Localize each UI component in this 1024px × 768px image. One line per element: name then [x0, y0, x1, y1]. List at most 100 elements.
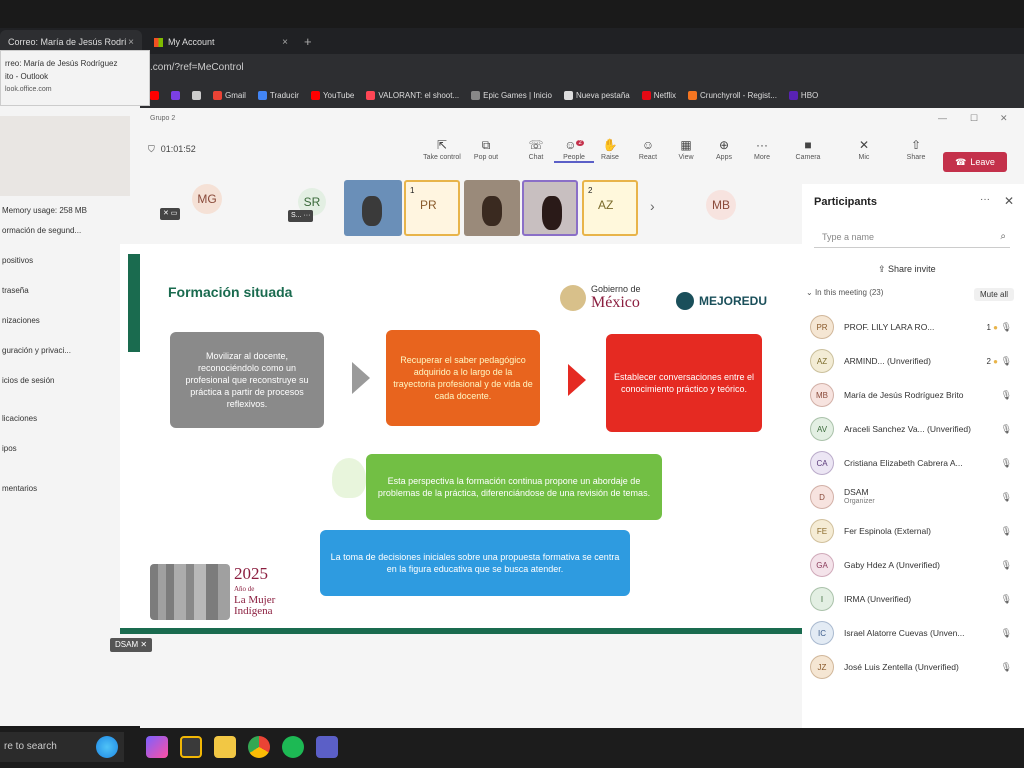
participant-name-text: PROF. LILY LARA RO...: [844, 322, 935, 332]
bookmark-item[interactable]: Nueva pestaña: [563, 90, 630, 100]
url-text[interactable]: .com/?ref=MeControl: [150, 62, 244, 73]
avatar-mb[interactable]: MB: [706, 190, 736, 220]
participant-row[interactable]: PR PROF. LILY LARA RO... 1 ● 🎙︎: [810, 312, 1022, 342]
bookmark-item[interactable]: Gmail: [213, 90, 246, 100]
participant-name: DSAM Organizer: [844, 487, 875, 507]
settings-item[interactable]: positivos: [2, 256, 33, 265]
bookmark-item[interactable]: YouTube: [310, 90, 354, 100]
apps-button[interactable]: ⊕ Apps: [704, 138, 744, 161]
participant-row[interactable]: D DSAM Organizer 🎙︎: [810, 482, 1022, 512]
timer-text: 01:01:52: [160, 144, 196, 154]
maximize-icon[interactable]: ☐: [970, 113, 978, 124]
tw-bookmark-icon[interactable]: [171, 90, 180, 100]
close-icon[interactable]: ×: [128, 37, 134, 48]
participant-row[interactable]: MB María de Jesús Rodríguez Brito 🎙︎: [810, 380, 1022, 410]
mic-icon[interactable]: 🎙︎: [1001, 662, 1012, 673]
chat-button[interactable]: ☏ Chat: [516, 138, 556, 161]
share-icon: ⇧: [910, 138, 922, 152]
avatar: GA: [810, 553, 834, 577]
bookmark-item[interactable]: Epic Games | Inicio: [471, 90, 552, 100]
mic-icon[interactable]: 🎙︎: [1001, 628, 1012, 639]
settings-item[interactable]: ormación de segund...: [2, 226, 81, 235]
chevron-right-icon[interactable]: ›: [650, 198, 655, 214]
video-tile-active[interactable]: [522, 180, 578, 236]
toolbar-label: Take control: [423, 154, 461, 161]
yt-bookmark-icon[interactable]: [150, 90, 159, 100]
meeting-timer: ⛉ 01:01:52: [148, 144, 196, 155]
more-button[interactable]: ··· More: [742, 138, 782, 161]
settings-item[interactable]: Memory usage: 258 MB: [2, 206, 87, 215]
mic-icon[interactable]: 🎙︎: [1001, 390, 1012, 401]
gh-bookmark-icon[interactable]: [192, 90, 201, 100]
bookmark-item[interactable]: VALORANT: el shoot...: [366, 90, 459, 100]
copilot-icon[interactable]: [146, 736, 168, 758]
mic-icon[interactable]: 🎙︎: [1001, 526, 1012, 537]
teams-icon[interactable]: [316, 736, 338, 758]
mute-all-button[interactable]: Mute all: [973, 288, 1014, 301]
avatar: AZ: [810, 349, 834, 373]
mic-icon[interactable]: 🎙︎: [1001, 458, 1012, 469]
new-tab-button[interactable]: +: [304, 34, 312, 49]
participant-row[interactable]: JZ José Luis Zentella (Unverified) 🎙︎: [810, 652, 1022, 682]
bookmarks-bar: Gmail Traducir YouTube VALORANT: el shoot..…: [0, 82, 1024, 108]
bookmark-item[interactable]: Crunchyroll - Regist...: [688, 90, 777, 100]
leave-button[interactable]: ☎ Leave: [943, 152, 1007, 172]
minimize-icon[interactable]: —: [938, 113, 947, 123]
file-explorer-icon[interactable]: [214, 736, 236, 758]
settings-item[interactable]: icios de sesión: [2, 376, 54, 385]
camera-button[interactable]: ■ Camera: [788, 138, 828, 161]
settings-item[interactable]: guración y privaci...: [2, 346, 71, 355]
mic-icon[interactable]: 🎙︎: [1001, 594, 1012, 605]
store-icon[interactable]: [180, 736, 202, 758]
mic-icon[interactable]: 🎙︎: [1001, 424, 1012, 435]
widgets-icon[interactable]: [96, 736, 118, 758]
mic-icon[interactable]: 🎙︎: [1001, 356, 1012, 367]
participant-row[interactable]: FE Fer Espinola (External) 🎙︎: [810, 516, 1022, 546]
video-tile-az[interactable]: 2 AZ: [582, 180, 638, 236]
address-bar[interactable]: .com/?ref=MeControl: [0, 54, 1024, 82]
participant-row[interactable]: IC Israel Alatorre Cuevas (Unven... 🎙︎: [810, 618, 1022, 648]
tooltip-line: ito - Outlook: [5, 72, 49, 81]
box-recuperar: Recuperar el saber pedagógico adquirido …: [386, 330, 540, 426]
view-button[interactable]: ▦ View: [666, 138, 706, 161]
toolbar-label: Share: [906, 154, 926, 161]
take-control-button[interactable]: ⇱ Take control: [422, 138, 462, 161]
people-button[interactable]: ☺ 2 People: [554, 138, 594, 163]
participant-row[interactable]: I IRMA (Unverified) 🎙︎: [810, 584, 1022, 614]
settings-item[interactable]: mentarios: [2, 484, 37, 493]
avatar-initials: PR: [420, 198, 437, 212]
participant-search-input[interactable]: Type a name ⌕: [814, 228, 1010, 248]
close-icon[interactable]: ✕: [1000, 113, 1008, 124]
settings-item[interactable]: nizaciones: [2, 316, 40, 325]
close-icon[interactable]: ✕: [1004, 194, 1014, 208]
mic-icon[interactable]: 🎙︎: [1001, 322, 1012, 333]
video-tile[interactable]: [344, 180, 402, 236]
more-icon[interactable]: ···: [980, 194, 990, 205]
tab-my-account[interactable]: My Account ×: [146, 30, 296, 54]
mic-icon[interactable]: 🎙︎: [1001, 560, 1012, 571]
mic-icon[interactable]: 🎙︎: [1001, 492, 1012, 503]
participant-row[interactable]: CA Cristiana Elizabeth Cabrera A... 🎙︎: [810, 448, 1022, 478]
mic-button[interactable]: ✕ Mic: [844, 138, 884, 161]
video-tile-pr[interactable]: 1 PR: [404, 180, 460, 236]
bookmark-item[interactable]: Netflix: [641, 90, 676, 100]
settings-item[interactable]: ipos: [2, 444, 17, 453]
participant-row[interactable]: AZ ARMIND... (Unverified) 2 ● 🎙︎: [810, 346, 1022, 376]
spotify-icon[interactable]: [282, 736, 304, 758]
share-invite-button[interactable]: ⇪ Share invite: [878, 264, 936, 275]
settings-item[interactable]: traseña: [2, 286, 29, 295]
participant-row[interactable]: GA Gaby Hdez A (Unverified) 🎙︎: [810, 550, 1022, 580]
chrome-icon[interactable]: [248, 736, 270, 758]
pop-out-button[interactable]: ⧉ Pop out: [466, 138, 506, 161]
close-icon[interactable]: ×: [282, 37, 288, 48]
participant-row[interactable]: AV Araceli Sanchez Va... (Unverified) 🎙︎: [810, 414, 1022, 444]
react-button[interactable]: ☺ React: [628, 138, 668, 161]
toolbar-label: People: [563, 154, 585, 161]
video-tile[interactable]: [464, 180, 520, 236]
share-button[interactable]: ⇧ Share: [896, 138, 936, 161]
raise-button[interactable]: ✋ Raise: [590, 138, 630, 161]
bookmark-item[interactable]: HBO: [788, 90, 818, 100]
avatar-mg[interactable]: MG: [192, 184, 222, 214]
bookmark-item[interactable]: Traducir: [257, 90, 299, 100]
settings-item[interactable]: licaciones: [2, 414, 37, 423]
